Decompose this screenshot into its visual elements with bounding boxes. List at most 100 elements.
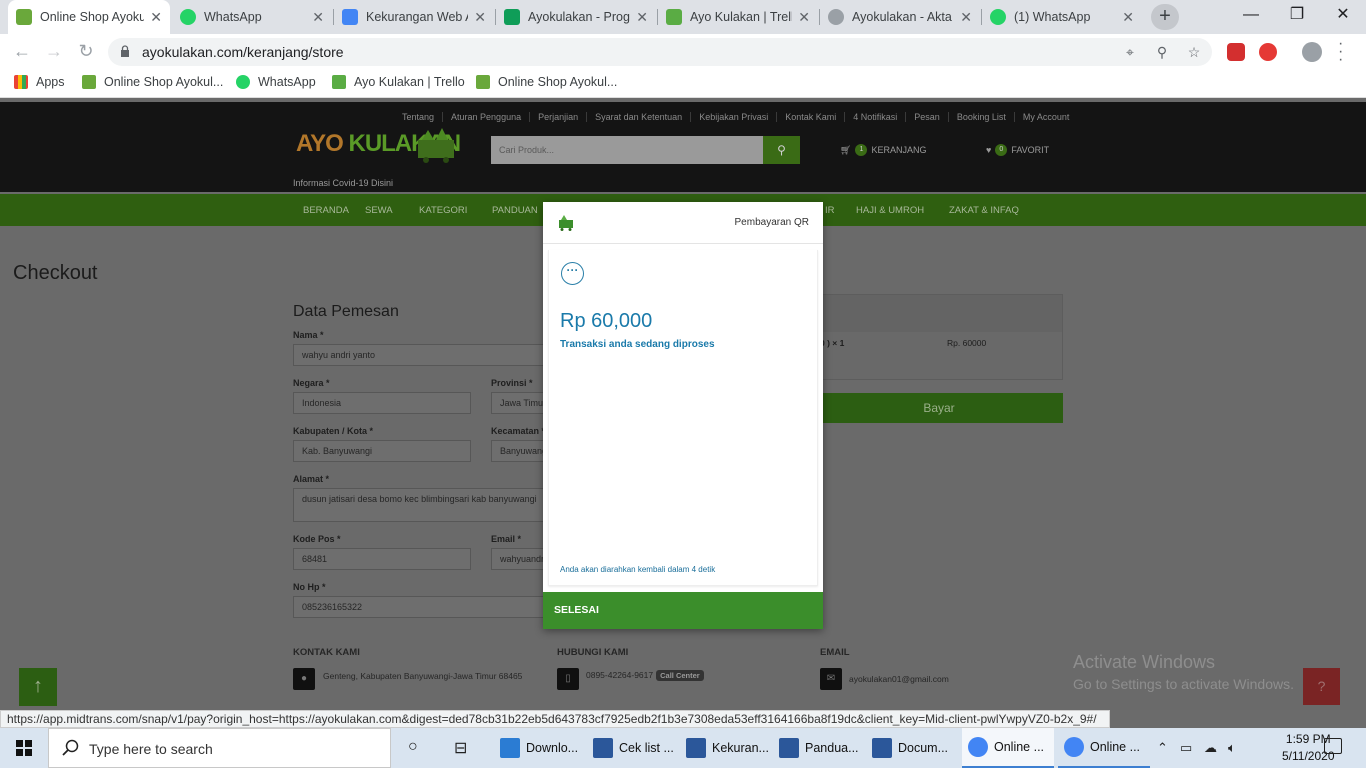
close-icon[interactable]: ✕: [1122, 9, 1134, 26]
selesai-button[interactable]: SELESAI: [543, 592, 823, 629]
toplink-perjanjian[interactable]: Perjanjian: [529, 112, 586, 122]
toplink-kebijakan[interactable]: Kebijakan Privasi: [690, 112, 776, 122]
alamat-field[interactable]: dusun jatisari desa bomo kec blimbingsar…: [293, 488, 553, 522]
nav-panduan[interactable]: PANDUAN: [492, 205, 538, 216]
toplink-kontak[interactable]: Kontak Kami: [776, 112, 844, 122]
cart-link[interactable]: 🛒︎ 1 KERANJANG: [840, 144, 926, 156]
payment-amount: Rp 60,000: [560, 310, 653, 332]
kabupaten-field[interactable]: Kab. Banyuwangi: [293, 440, 471, 462]
nav-beranda[interactable]: BERANDA: [303, 205, 349, 216]
restore-button[interactable]: ❐: [1274, 0, 1320, 32]
tab-kekurangan-web[interactable]: Kekurangan Web Ayokulakan ✕: [334, 0, 494, 34]
close-icon[interactable]: ✕: [798, 9, 810, 26]
url-text[interactable]: ayokulakan.com/keranjang/store: [142, 44, 344, 60]
form-title: Data Pemesan: [293, 303, 399, 320]
negara-field[interactable]: Indonesia: [293, 392, 471, 414]
windows-start-icon[interactable]: [0, 728, 48, 768]
word-icon: [593, 738, 613, 758]
minimize-button[interactable]: —: [1228, 0, 1274, 32]
bayar-button[interactable]: Bayar: [815, 393, 1063, 423]
taskbar-app-word-2[interactable]: Kekuran...: [680, 728, 769, 768]
kodepos-field[interactable]: 68481: [293, 548, 471, 570]
close-icon[interactable]: ✕: [150, 9, 162, 26]
toplink-syarat[interactable]: Syarat dan Ketentuan: [586, 112, 690, 122]
taskbar-search-box[interactable]: Type here to search: [48, 728, 391, 768]
taskbar-app-word-4[interactable]: Docum...: [866, 728, 954, 768]
toplink-tentang[interactable]: Tentang: [402, 112, 442, 122]
extension-icon[interactable]: [1227, 43, 1245, 61]
forward-button[interactable]: →: [42, 40, 66, 64]
taskbar-app-downloads[interactable]: Downlo...: [494, 728, 582, 768]
covid-info-link[interactable]: Informasi Covid-19 Disini: [293, 178, 393, 188]
scroll-to-top-button[interactable]: ↑: [19, 668, 57, 706]
nav-haji-umroh[interactable]: HAJI & UMROH: [856, 205, 924, 216]
toplink-booking[interactable]: Booking List: [947, 112, 1014, 122]
bookmark-online-shop[interactable]: Online Shop Ayokul...: [82, 75, 223, 89]
map-pin-icon: ●: [293, 668, 315, 690]
download-icon: [500, 738, 520, 758]
menu-icon[interactable]: · · ·: [1338, 36, 1343, 68]
order-summary: 0 ) × 1 Rp. 60000: [815, 294, 1063, 380]
provinsi-field[interactable]: Jawa Timur: [491, 392, 551, 414]
tab-whatsapp-2[interactable]: (1) WhatsApp ✕: [982, 0, 1142, 34]
location-icon[interactable]: ⌖: [1121, 44, 1139, 62]
address-bar[interactable]: ayokulakan.com/keranjang/store ⌖ ⚲ ☆: [108, 38, 1212, 66]
tab-ayokulakan-akta[interactable]: Ayokulakan - Akta ✕: [820, 0, 980, 34]
nav-ir[interactable]: IR: [825, 205, 835, 216]
zoom-icon[interactable]: ⚲: [1153, 44, 1171, 62]
taskbar-app-chrome-1[interactable]: Online ...: [962, 728, 1054, 768]
task-view-icon[interactable]: ⊟: [454, 738, 467, 758]
close-icon[interactable]: ✕: [474, 9, 486, 26]
tab-online-shop-ayokulakan[interactable]: Online Shop Ayokulakan ✕: [8, 0, 170, 34]
modal-body: ··· Rp 60,000 Transaksi anda sedang dipr…: [548, 250, 818, 586]
toplink-aturan[interactable]: Aturan Pengguna: [442, 112, 529, 122]
nohp-field[interactable]: 085236165322: [293, 596, 553, 618]
close-icon[interactable]: ✕: [312, 9, 324, 26]
bookmarks-bar: Apps Online Shop Ayokul... WhatsApp Ayo …: [0, 70, 1366, 98]
bookmark-online-shop-2[interactable]: Online Shop Ayokul...: [476, 75, 617, 89]
nama-field[interactable]: wahyu andri yanto: [293, 344, 553, 366]
taskbar-app-word-3[interactable]: Pandua...: [773, 728, 861, 768]
bookmark-whatsapp[interactable]: WhatsApp: [236, 75, 316, 89]
tray-chevron-up-icon[interactable]: ⌃: [1157, 740, 1168, 756]
alamat-label: Alamat *: [293, 474, 330, 484]
reload-button[interactable]: ↻: [74, 40, 98, 64]
bookmark-trello[interactable]: Ayo Kulakan | Trello: [332, 75, 465, 89]
cortana-icon[interactable]: ○: [408, 738, 418, 756]
toplink-account[interactable]: My Account: [1013, 112, 1078, 122]
taskbar-app-word-1[interactable]: Cek list ...: [587, 728, 675, 768]
close-icon[interactable]: ✕: [636, 9, 648, 26]
favorites-link[interactable]: ♥ 0 FAVORIT: [986, 144, 1049, 156]
new-tab-button[interactable]: +: [1151, 4, 1179, 30]
email-field[interactable]: wahyuandri: [491, 548, 551, 570]
onedrive-icon[interactable]: ☁: [1204, 740, 1217, 756]
nav-zakat-infaq[interactable]: ZAKAT & INFAQ: [949, 205, 1019, 216]
close-window-button[interactable]: ✕: [1320, 0, 1366, 32]
back-button[interactable]: ←: [10, 40, 34, 64]
tab-trello[interactable]: Ayo Kulakan | Trello ✕: [658, 0, 818, 34]
toplink-notifikasi[interactable]: 4 Notifikasi: [844, 112, 905, 122]
adblock-icon[interactable]: [1259, 43, 1277, 61]
toplink-pesan[interactable]: Pesan: [905, 112, 948, 122]
volume-icon[interactable]: 🔈︎: [1228, 740, 1236, 756]
ayokulakan-favicon-icon: [16, 9, 32, 25]
network-icon[interactable]: ▭: [1180, 740, 1192, 756]
nav-sewa[interactable]: SEWA: [365, 205, 393, 216]
pending-dots-icon: ···: [561, 262, 584, 285]
kecamatan-field[interactable]: Banyuwangi: [491, 440, 551, 462]
search-button[interactable]: ⚲: [763, 136, 800, 164]
tab-whatsapp[interactable]: WhatsApp ✕: [172, 0, 332, 34]
nav-kategori[interactable]: KATEGORI: [419, 205, 467, 216]
close-icon[interactable]: ✕: [960, 9, 972, 26]
profile-avatar[interactable]: [1302, 42, 1322, 62]
footer-email[interactable]: ayokulakan01@gmail.com: [849, 674, 949, 684]
tab-ayokulakan-progress[interactable]: Ayokulakan - Progress ✕: [496, 0, 656, 34]
activate-windows-subtitle: Go to Settings to activate Windows.: [1073, 676, 1294, 692]
product-search-input[interactable]: Cari Produk...: [491, 136, 763, 164]
notification-icon[interactable]: [1324, 738, 1342, 754]
bookmark-star-icon[interactable]: ☆: [1185, 44, 1203, 62]
whatsapp-icon: [990, 9, 1006, 25]
taskbar-app-chrome-2[interactable]: Online ...: [1058, 728, 1150, 768]
help-button[interactable]: ?: [1303, 668, 1340, 705]
bookmark-apps[interactable]: Apps: [14, 75, 65, 89]
